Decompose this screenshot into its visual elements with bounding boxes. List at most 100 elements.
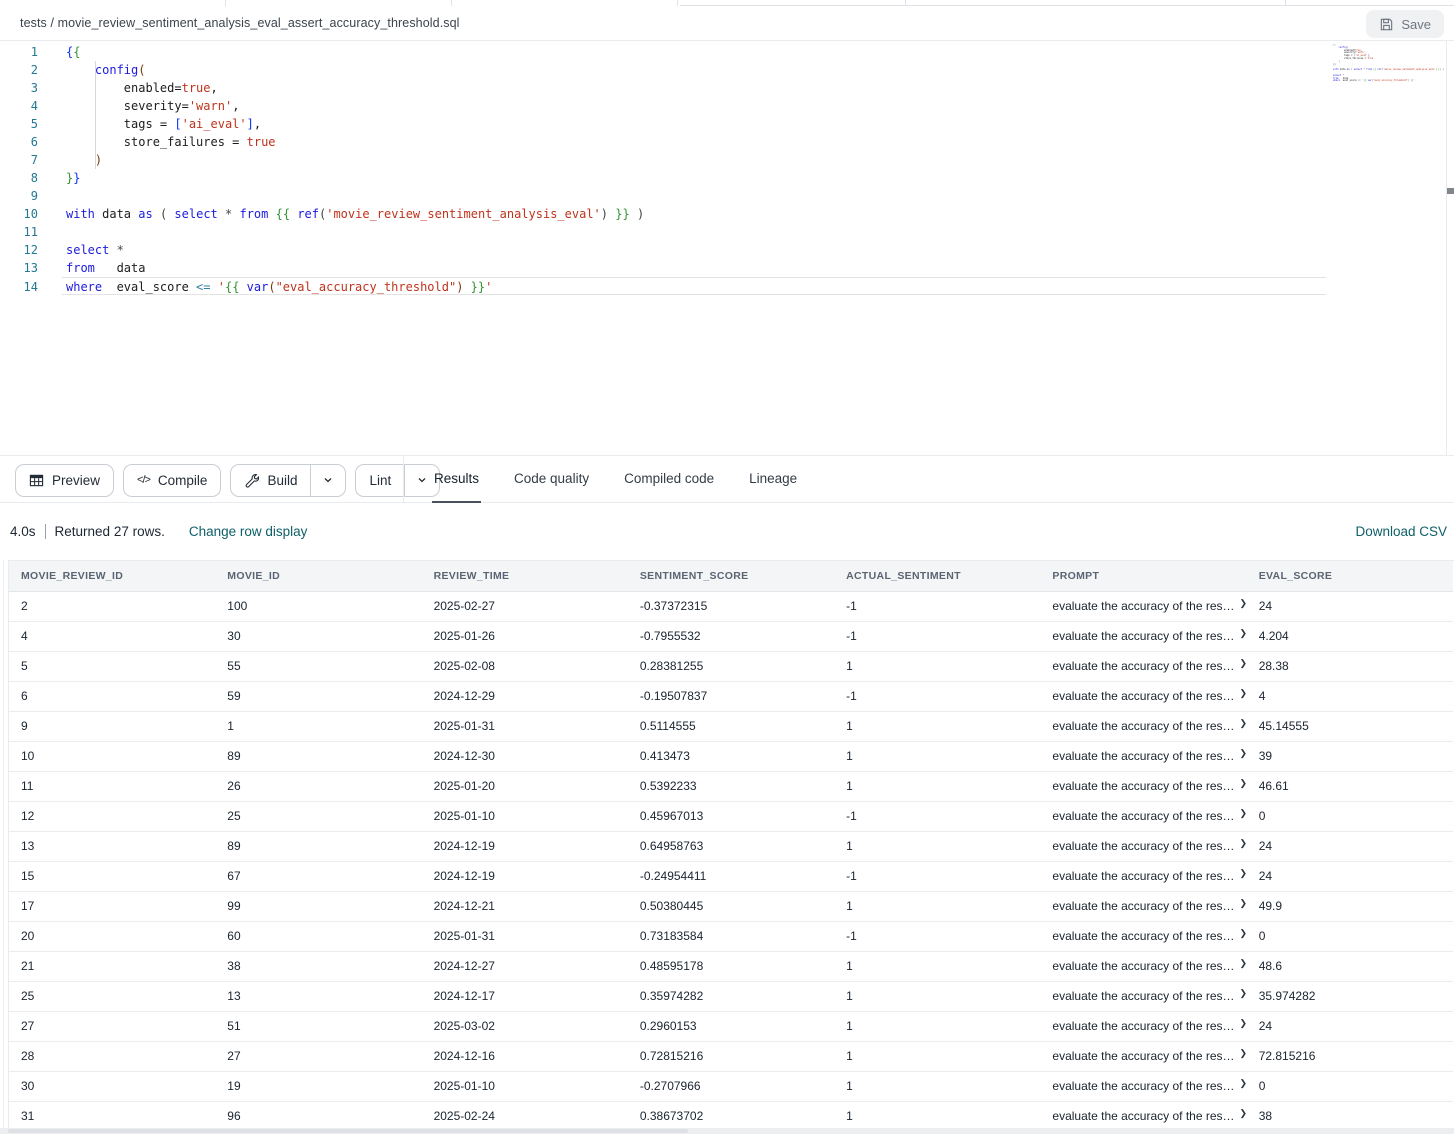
line-number: 1 <box>0 43 38 61</box>
compile-button[interactable]: </>Compile <box>123 464 221 497</box>
cell-movie_id: 99 <box>215 891 421 921</box>
code-line-14[interactable]: 14where eval_score <= '{{ var("eval_accu… <box>62 277 1326 295</box>
horizontal-scrollbar-thumb[interactable] <box>8 1129 688 1133</box>
code-editor[interactable]: 1{{2 config(3 enabled=true,4 severity='w… <box>0 41 1454 455</box>
save-button[interactable]: Save <box>1366 10 1444 38</box>
cell-prompt: evaluate the accuracy of the res…❯ <box>1040 801 1246 831</box>
table-header-row: MOVIE_REVIEW_IDMOVIE_IDREVIEW_TIMESENTIM… <box>9 561 1453 591</box>
cell-sentiment_score: -0.2707966 <box>628 1071 834 1101</box>
code-line-3[interactable]: 3 enabled=true, <box>62 79 1326 97</box>
download-csv-link[interactable]: Download CSV <box>1355 524 1447 539</box>
prompt-expand-chevron-icon[interactable]: ❯ <box>1240 598 1247 609</box>
code-line-10[interactable]: 10with data as ( select * from {{ ref('m… <box>62 205 1326 223</box>
code-line-2[interactable]: 2 config( <box>62 61 1326 79</box>
tab-lineage[interactable]: Lineage <box>747 456 799 504</box>
prompt-preview-text: evaluate the accuracy of the res… <box>1052 899 1234 913</box>
code-line-9[interactable]: 9 <box>62 187 1326 205</box>
cell-prompt: evaluate the accuracy of the res…❯ <box>1040 951 1246 981</box>
code-line-4[interactable]: 4 severity='warn', <box>62 97 1326 115</box>
cell-review_time: 2024-12-29 <box>422 681 628 711</box>
overview-ruler-marker <box>1447 188 1454 194</box>
prompt-expand-chevron-icon[interactable]: ❯ <box>1240 868 1247 879</box>
cell-movie_id: 26 <box>215 771 421 801</box>
build-dropdown-chevron-icon[interactable] <box>310 465 345 496</box>
cell-sentiment_score: -0.19507837 <box>628 681 834 711</box>
cell-actual_sentiment: 1 <box>834 651 1040 681</box>
cell-eval_score: 38 <box>1247 1101 1453 1128</box>
cell-sentiment_score: 0.45967013 <box>628 801 834 831</box>
cell-movie_id: 89 <box>215 831 421 861</box>
cell-movie_review_id: 28 <box>9 1041 215 1071</box>
code-line-1[interactable]: 1{{ <box>62 43 1326 61</box>
prompt-expand-chevron-icon[interactable]: ❯ <box>1240 658 1247 669</box>
results-table-container[interactable]: MOVIE_REVIEW_IDMOVIE_IDREVIEW_TIMESENTIM… <box>8 560 1454 1128</box>
line-number: 6 <box>0 133 38 151</box>
lint-button[interactable]: Lint <box>355 464 440 497</box>
cell-review_time: 2025-01-10 <box>422 1071 628 1101</box>
prompt-expand-chevron-icon[interactable]: ❯ <box>1240 628 1247 639</box>
cell-eval_score: 46.61 <box>1247 771 1453 801</box>
editor-scrollbar[interactable] <box>1446 41 1447 455</box>
prompt-expand-chevron-icon[interactable]: ❯ <box>1240 928 1247 939</box>
cell-eval_score: 48.6 <box>1247 951 1453 981</box>
build-button[interactable]: Build <box>230 464 346 497</box>
prompt-expand-chevron-icon[interactable]: ❯ <box>1240 988 1247 999</box>
table-body: 21002025-02-27-0.37372315-1evaluate the … <box>9 591 1453 1128</box>
line-number: 11 <box>0 223 38 241</box>
prompt-preview-text: evaluate the accuracy of the res… <box>1052 779 1234 793</box>
prompt-preview-text: evaluate the accuracy of the res… <box>1052 749 1234 763</box>
cell-actual_sentiment: 1 <box>834 1041 1040 1071</box>
cell-eval_score: 0 <box>1247 921 1453 951</box>
code-line-5[interactable]: 5 tags = ['ai_eval'], <box>62 115 1326 133</box>
horizontal-scrollbar[interactable] <box>0 1128 1454 1134</box>
cell-actual_sentiment: 1 <box>834 1071 1040 1101</box>
tab-code-quality[interactable]: Code quality <box>512 456 591 504</box>
tab-results[interactable]: Results <box>432 456 481 504</box>
cell-eval_score: 24 <box>1247 591 1453 621</box>
prompt-expand-chevron-icon[interactable]: ❯ <box>1240 1018 1247 1029</box>
prompt-expand-chevron-icon[interactable]: ❯ <box>1240 838 1247 849</box>
prompt-expand-chevron-icon[interactable]: ❯ <box>1240 1108 1247 1119</box>
cell-prompt: evaluate the accuracy of the res… ❯ <box>1040 741 1246 771</box>
table-row: 17992024-12-210.503804451evaluate the ac… <box>9 891 1453 921</box>
prompt-expand-chevron-icon[interactable]: ❯ <box>1240 778 1247 789</box>
cell-review_time: 2024-12-16 <box>422 1041 628 1071</box>
prompt-expand-chevron-icon[interactable]: ❯ <box>1240 898 1247 909</box>
minimap[interactable]: {{ config( enabled=true, severity='warn'… <box>1333 44 1445 83</box>
ide-window: tests / movie_review_sentiment_analysis_… <box>0 0 1454 1134</box>
preview-button[interactable]: Preview <box>15 464 114 497</box>
prompt-expand-chevron-icon[interactable]: ❯ <box>1240 808 1247 819</box>
status-separator <box>45 524 46 539</box>
build-button-label: Build <box>267 473 297 488</box>
prompt-expand-chevron-icon[interactable]: ❯ <box>1240 748 1247 759</box>
prompt-expand-chevron-icon[interactable]: ❯ <box>1240 1078 1247 1089</box>
cell-actual_sentiment: 1 <box>834 1101 1040 1128</box>
code-line-13[interactable]: 13from data <box>62 259 1326 277</box>
action-bar: Preview </>Compile Build Lint Results Code q… <box>0 455 1454 503</box>
table-row: 4302025-01-26-0.7955532-1evaluate the ac… <box>9 621 1453 651</box>
cell-actual_sentiment: 1 <box>834 741 1040 771</box>
cell-prompt: evaluate the accuracy of the res…❯ <box>1040 981 1246 1011</box>
code-line-8[interactable]: 8}} <box>62 169 1326 187</box>
prompt-expand-chevron-icon[interactable]: ❯ <box>1240 1048 1247 1059</box>
prompt-expand-chevron-icon[interactable]: ❯ <box>1240 958 1247 969</box>
cell-sentiment_score: -0.37372315 <box>628 591 834 621</box>
cell-prompt: evaluate the accuracy of the res… ❯ <box>1040 771 1246 801</box>
cell-movie_review_id: 25 <box>9 981 215 1011</box>
cell-movie_id: 13 <box>215 981 421 1011</box>
change-row-display-link[interactable]: Change row display <box>189 524 308 539</box>
prompt-expand-chevron-icon[interactable]: ❯ <box>1240 718 1247 729</box>
code-line-11[interactable]: 11 <box>62 223 1326 241</box>
code-line-12[interactable]: 12select * <box>62 241 1326 259</box>
line-number: 12 <box>0 241 38 259</box>
prompt-expand-chevron-icon[interactable]: ❯ <box>1240 688 1247 699</box>
cell-movie_review_id: 6 <box>9 681 215 711</box>
cell-movie_id: 1 <box>215 711 421 741</box>
code-line-6[interactable]: 6 store_failures = true <box>62 133 1326 151</box>
tab-compiled-code[interactable]: Compiled code <box>622 456 716 504</box>
code-line-7[interactable]: 7 ) <box>62 151 1326 169</box>
cell-movie_review_id: 9 <box>9 711 215 741</box>
cell-review_time: 2024-12-19 <box>422 831 628 861</box>
cell-sentiment_score: 0.48595178 <box>628 951 834 981</box>
line-number: 4 <box>0 97 38 115</box>
